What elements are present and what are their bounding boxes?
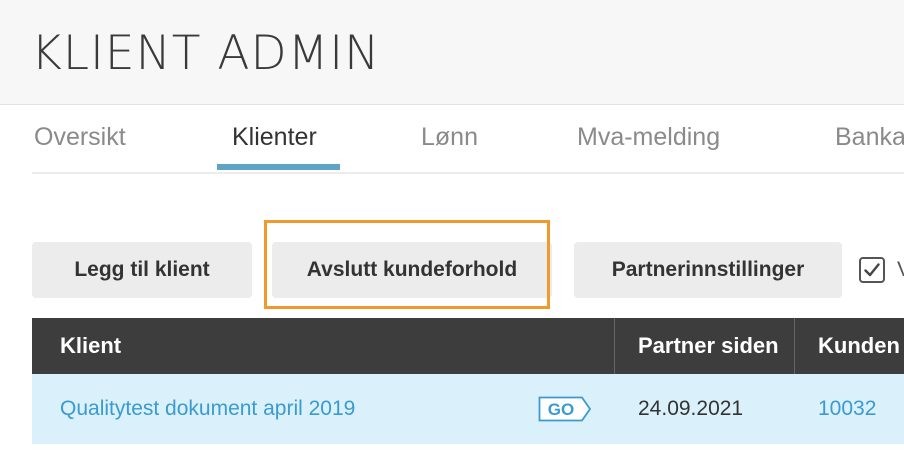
tab-lonn[interactable]: Lønn xyxy=(421,123,478,152)
tab-oversikt[interactable]: Oversikt xyxy=(34,123,126,152)
tab-klienter[interactable]: Klienter xyxy=(232,123,317,152)
column-header-customer[interactable]: Kunden xyxy=(818,318,900,374)
go-badge-icon[interactable]: GO xyxy=(538,396,592,422)
active-tab-indicator xyxy=(217,164,340,170)
tab-bar: Oversikt Klienter Lønn Mva-melding Banka… xyxy=(32,105,904,174)
column-header-client[interactable]: Klient xyxy=(60,318,121,374)
go-badge-label: GO xyxy=(548,400,574,419)
app-header: KLIENT ADMIN xyxy=(0,0,904,105)
checkbox[interactable] xyxy=(859,257,885,283)
tab-mva-melding[interactable]: Mva-melding xyxy=(577,123,720,152)
customer-number-link[interactable]: 10032 xyxy=(818,374,876,444)
column-divider xyxy=(794,318,795,374)
column-header-partner-since[interactable]: Partner siden xyxy=(638,318,779,374)
column-divider xyxy=(614,318,615,374)
add-client-button[interactable]: Legg til klient xyxy=(32,242,252,298)
checkmark-icon xyxy=(864,263,880,277)
client-name-link[interactable]: Qualitytest dokument april 2019 xyxy=(60,374,355,444)
tab-bank[interactable]: Bankav xyxy=(835,123,904,152)
checkbox-label: V xyxy=(897,258,904,282)
page-title: KLIENT ADMIN xyxy=(31,26,381,81)
partner-since-value: 24.09.2021 xyxy=(638,397,744,420)
table-row[interactable]: Qualitytest dokument april 2019 GO 24.09… xyxy=(32,374,904,444)
partner-settings-button[interactable]: Partnerinnstillinger xyxy=(574,242,842,298)
table-header: Klient Partner siden Kunden xyxy=(32,318,904,374)
highlight-frame xyxy=(264,220,550,309)
